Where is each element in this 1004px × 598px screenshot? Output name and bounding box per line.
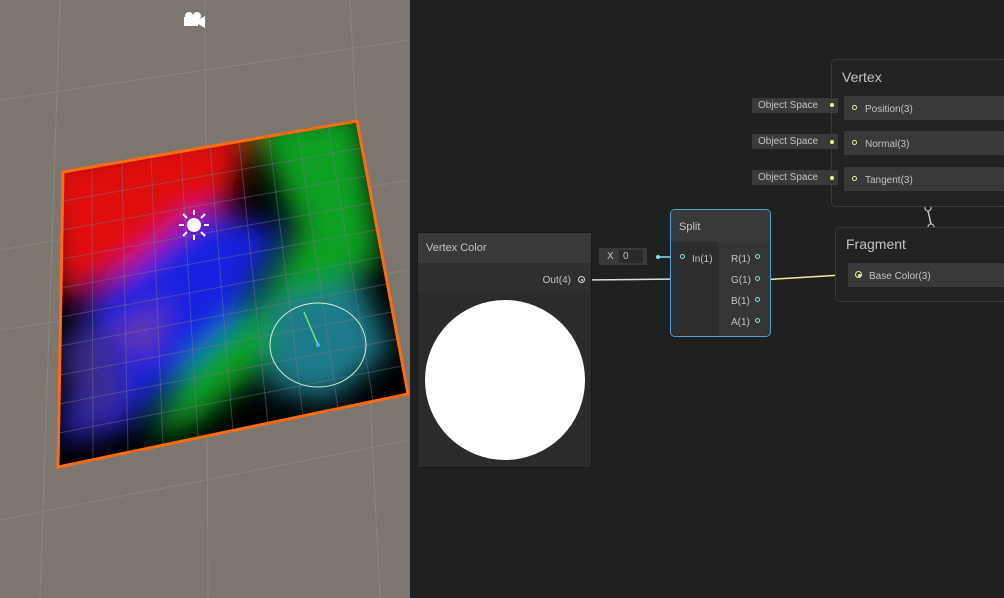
normal-space-port: [830, 140, 834, 144]
split-input-label: In(1): [692, 254, 713, 265]
camera-gizmo-icon[interactable]: [184, 12, 205, 28]
split-output-r-label: R(1): [731, 254, 751, 265]
normal-label: Normal(3): [865, 139, 910, 150]
fragment-context-title: Fragment: [846, 236, 906, 252]
tangent-space-port: [830, 176, 834, 180]
wire-vertex-color-to-split[interactable]: [582, 278, 681, 281]
tangent-space-dropdown[interactable]: Object Space: [752, 170, 838, 185]
split-input-port[interactable]: [680, 254, 685, 259]
sun-light-gizmo-icon[interactable]: [179, 210, 209, 240]
vertex-color-node-title: Vertex Color: [426, 242, 487, 254]
vertex-color-node[interactable]: Vertex Color Out(4): [418, 233, 591, 467]
scene-viewport[interactable]: [0, 0, 410, 598]
vertex-block-tangent[interactable]: Tangent(3): [844, 167, 1004, 191]
vertex-context-title: Vertex: [842, 69, 882, 85]
position-input-port[interactable]: [852, 105, 857, 110]
tangent-label: Tangent(3): [865, 175, 913, 186]
split-output-g-port[interactable]: [755, 276, 760, 281]
position-label: Position(3): [865, 104, 913, 115]
normal-input-port[interactable]: [852, 140, 857, 145]
vertex-color-preview: [425, 300, 585, 460]
split-in-default-port: [656, 255, 660, 259]
split-output-a-port[interactable]: [755, 318, 760, 323]
split-in-value-input[interactable]: 0: [619, 250, 643, 263]
position-space-port: [830, 103, 834, 107]
split-output-r-port[interactable]: [755, 254, 760, 259]
vertex-color-output-label: Out(4): [542, 275, 571, 286]
normal-space-dropdown[interactable]: Object Space: [752, 134, 838, 149]
split-in-axis-label: X: [607, 251, 614, 262]
shader-graph-canvas[interactable]: Vertex Position(3) Normal(3) Tangent(3) …: [410, 0, 1004, 598]
vertex-block-normal[interactable]: Normal(3): [844, 131, 1004, 155]
scene-view[interactable]: [0, 0, 410, 598]
split-output-b-label: B(1): [731, 296, 750, 307]
base-color-label: Base Color(3): [869, 271, 931, 282]
split-output-b-port[interactable]: [755, 297, 760, 302]
position-space-dropdown[interactable]: Object Space: [752, 98, 838, 113]
vertex-block-position[interactable]: Position(3): [844, 96, 1004, 120]
fragment-block-base-color[interactable]: Base Color(3): [848, 263, 1004, 287]
split-node-title: Split: [679, 221, 701, 233]
split-node[interactable]: Split In(1) R(1) G(1) B(1) A(1): [670, 209, 771, 337]
split-in-default-field[interactable]: X 0: [599, 248, 647, 265]
context-flow-connector: [924, 204, 935, 231]
tangent-input-port[interactable]: [852, 176, 857, 181]
split-output-g-label: G(1): [731, 275, 751, 286]
split-output-a-label: A(1): [731, 317, 750, 328]
